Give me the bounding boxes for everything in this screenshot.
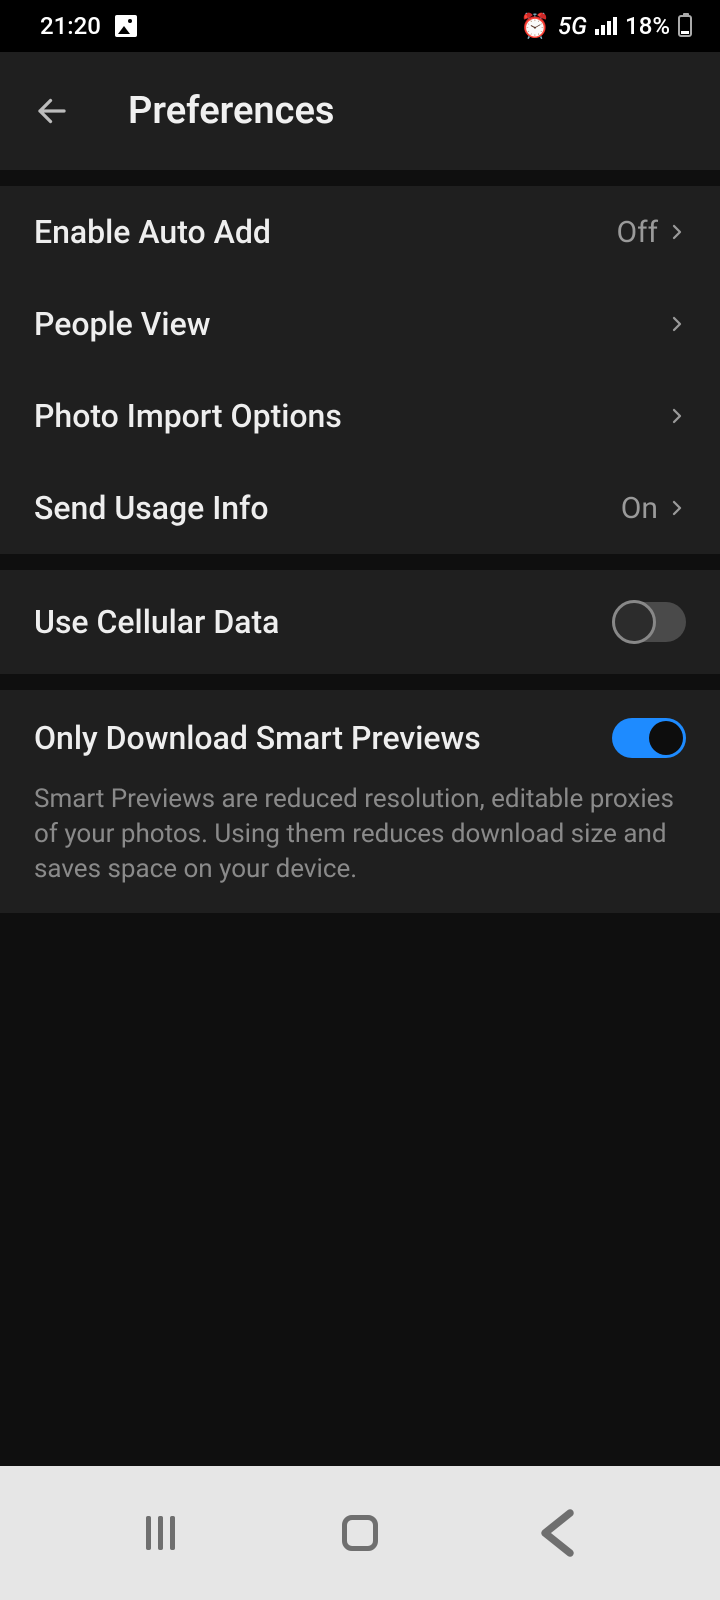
status-bar: 21:20 ⏰ 5G 18% [0, 0, 720, 52]
status-left: 21:20 [40, 12, 137, 40]
home-icon [342, 1515, 378, 1551]
nav-home-button[interactable] [330, 1503, 390, 1563]
toggle-cellular[interactable] [612, 602, 686, 642]
recent-apps-icon [146, 1516, 175, 1550]
chevron-right-icon [668, 223, 686, 241]
battery-percent: 18% [625, 12, 670, 40]
chevron-right-icon [668, 407, 686, 425]
row-label: People View [34, 305, 210, 343]
row-description: Smart Previews are reduced resolution, e… [34, 782, 686, 887]
system-nav-bar [0, 1466, 720, 1600]
app-header: Preferences [0, 52, 720, 170]
nav-back-button[interactable] [530, 1503, 590, 1563]
row-label: Photo Import Options [34, 397, 342, 435]
chevron-right-icon [668, 499, 686, 517]
arrow-left-icon [34, 93, 70, 129]
row-label: Only Download Smart Previews [34, 719, 481, 757]
network-indicator: 5G [558, 12, 587, 40]
battery-icon [678, 15, 692, 37]
back-icon [530, 1503, 590, 1563]
row-label: Send Usage Info [34, 489, 269, 527]
row-value: On [621, 491, 658, 526]
row-send-usage-info[interactable]: Send Usage Info On [0, 462, 720, 554]
alarm-icon: ⏰ [520, 12, 550, 40]
row-label: Enable Auto Add [34, 213, 271, 251]
page-title: Preferences [128, 89, 334, 133]
row-enable-auto-add[interactable]: Enable Auto Add Off [0, 186, 720, 278]
status-right: ⏰ 5G 18% [520, 12, 692, 40]
toggle-knob [612, 600, 656, 644]
back-button[interactable] [34, 93, 70, 129]
settings-group-3: Only Download Smart Previews Smart Previ… [0, 690, 720, 913]
row-use-cellular-data[interactable]: Use Cellular Data [0, 570, 720, 674]
settings-group-2: Use Cellular Data [0, 570, 720, 674]
chevron-right-icon [668, 315, 686, 333]
nav-recent-button[interactable] [130, 1503, 190, 1563]
row-value: Off [617, 215, 659, 250]
image-icon [115, 15, 137, 37]
status-time: 21:20 [40, 12, 101, 40]
toggle-smart-previews[interactable] [612, 718, 686, 758]
row-people-view[interactable]: People View [0, 278, 720, 370]
row-label: Use Cellular Data [34, 603, 279, 641]
signal-icon [595, 17, 617, 35]
settings-group-1: Enable Auto Add Off People View Photo Im… [0, 186, 720, 554]
row-photo-import-options[interactable]: Photo Import Options [0, 370, 720, 462]
row-smart-previews[interactable]: Only Download Smart Previews Smart Previ… [0, 690, 720, 913]
toggle-knob [649, 721, 683, 755]
